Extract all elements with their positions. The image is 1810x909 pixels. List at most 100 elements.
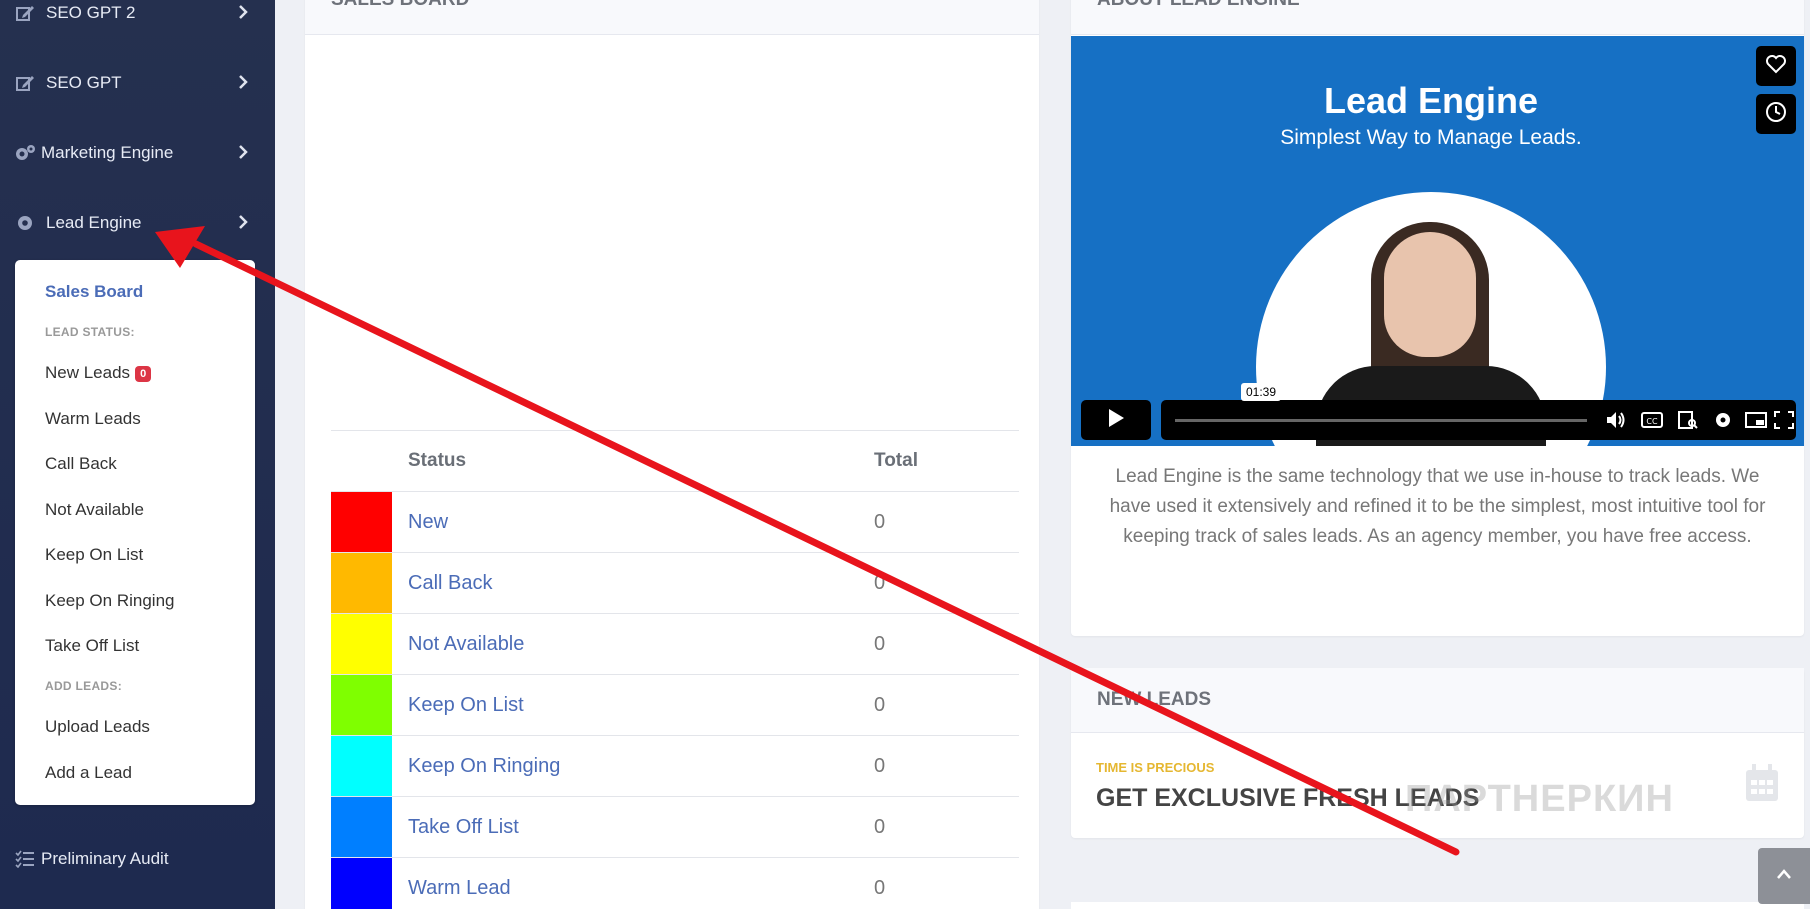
captions-icon[interactable]: CC xyxy=(1641,410,1663,430)
swatch-header xyxy=(331,430,393,492)
status-table: Status Total New 0 Call Back 0 Not Available… xyxy=(331,430,1019,909)
sidebar-item-lead-engine[interactable]: Lead Engine xyxy=(0,200,275,246)
status-total: 0 xyxy=(874,552,1019,614)
about-lead-engine-card: ABOUT LEAD ENGINE Lead Engine Simplest W… xyxy=(1071,0,1804,636)
status-name-link[interactable]: Keep On Ringing xyxy=(393,735,874,797)
chevron-right-icon xyxy=(237,144,249,165)
progress-track[interactable] xyxy=(1175,419,1587,422)
status-color-swatch xyxy=(331,735,393,797)
lead-engine-submenu: Sales Board LEAD STATUS: New Leads 0 Warm… xyxy=(15,260,255,805)
submenu-label: New Leads xyxy=(45,363,131,382)
sidebar-item-marketing-engine[interactable]: Marketing Engine xyxy=(0,130,275,176)
sidebar-item-label: Preliminary Audit xyxy=(41,849,169,868)
status-color xyxy=(331,797,392,857)
transcript-icon[interactable] xyxy=(1677,410,1699,430)
status-color-swatch xyxy=(331,796,393,858)
new-leads-title: NEW LEADS xyxy=(1071,668,1804,733)
submenu-warm-leads[interactable]: Warm Leads xyxy=(45,409,141,429)
watch-later-button[interactable] xyxy=(1756,94,1796,134)
volume-icon[interactable] xyxy=(1605,410,1627,430)
status-name-link[interactable]: Call Back xyxy=(393,552,874,614)
chevron-right-icon xyxy=(237,4,249,25)
submenu-call-back[interactable]: Call Back xyxy=(45,454,117,474)
submenu-add-a-lead[interactable]: Add a Lead xyxy=(45,763,132,783)
sales-board-title: SALES BOARD xyxy=(305,0,1039,35)
scroll-to-top-button[interactable] xyxy=(1758,848,1810,904)
presenter-face xyxy=(1384,232,1476,357)
status-color xyxy=(331,614,392,674)
submenu-upload-leads[interactable]: Upload Leads xyxy=(45,717,150,737)
video-subtitle: Simplest Way to Manage Leads. xyxy=(1280,126,1582,149)
status-color xyxy=(331,675,392,735)
clock-icon xyxy=(1765,101,1787,128)
chevron-right-icon xyxy=(237,214,249,235)
status-color-swatch xyxy=(331,491,393,553)
submenu-keep-on-list[interactable]: Keep On List xyxy=(45,545,143,565)
status-color xyxy=(331,553,392,613)
status-column-header: Status xyxy=(393,430,874,492)
submenu-take-off-list[interactable]: Take Off List xyxy=(45,636,139,656)
table-row: Warm Lead 0 xyxy=(331,857,1019,909)
table-row: Take Off List 0 xyxy=(331,796,1019,858)
svg-text:CC: CC xyxy=(1646,417,1658,426)
status-color xyxy=(331,858,392,909)
sidebar-item-seo-gpt-2[interactable]: SEO GPT 2 xyxy=(0,0,275,36)
status-total: 0 xyxy=(874,674,1019,736)
video-player[interactable]: Lead Engine Simplest Way to Manage Leads… xyxy=(1071,36,1804,446)
video-controls: 01:39 CC xyxy=(1081,383,1796,440)
status-color-swatch xyxy=(331,613,393,675)
about-description: Lead Engine is the same technology that … xyxy=(1109,466,1766,547)
status-total: 0 xyxy=(874,491,1019,553)
sidebar: SEO GPT 2 SEO GPT Marketing Engine Lead … xyxy=(0,0,275,909)
table-row: Call Back 0 xyxy=(331,552,1019,614)
play-button[interactable] xyxy=(1081,400,1151,440)
pip-icon[interactable] xyxy=(1745,410,1767,430)
chevron-up-icon xyxy=(1776,867,1792,885)
chevron-right-icon xyxy=(237,74,249,95)
play-icon xyxy=(1107,408,1125,433)
status-name-link[interactable]: New xyxy=(393,491,874,553)
sidebar-item-preliminary-audit[interactable]: Preliminary Audit xyxy=(0,836,275,882)
status-rows: New 0 Call Back 0 Not Available 0 Keep On List… xyxy=(331,491,1019,909)
status-name-link[interactable]: Take Off List xyxy=(393,796,874,858)
sidebar-item-label: Lead Engine xyxy=(46,213,142,232)
edit-icon xyxy=(14,2,36,24)
total-column-header: Total xyxy=(874,430,1019,492)
status-color-swatch xyxy=(331,674,393,736)
next-card-edge xyxy=(1071,902,1804,909)
edit-icon xyxy=(14,72,36,94)
status-color-swatch xyxy=(331,552,393,614)
gear-icon xyxy=(14,212,36,234)
video-title: Lead Engine xyxy=(1323,80,1539,121)
status-name-link[interactable]: Not Available xyxy=(393,613,874,675)
new-leads-count-badge: 0 xyxy=(135,366,152,382)
submenu-keep-on-ringing[interactable]: Keep On Ringing xyxy=(45,591,174,611)
status-total: 0 xyxy=(874,857,1019,909)
settings-icon[interactable] xyxy=(1712,410,1734,430)
lead-status-heading: LEAD STATUS: xyxy=(45,325,135,339)
like-button[interactable] xyxy=(1756,46,1796,86)
submenu-sales-board[interactable]: Sales Board xyxy=(45,282,143,302)
table-row: Keep On Ringing 0 xyxy=(331,735,1019,797)
status-total: 0 xyxy=(874,735,1019,797)
add-leads-heading: ADD LEADS: xyxy=(45,679,122,693)
new-leads-eyebrow: TIME IS PRECIOUS xyxy=(1096,760,1215,775)
sidebar-item-seo-gpt[interactable]: SEO GPT xyxy=(0,60,275,106)
submenu-not-available[interactable]: Not Available xyxy=(45,500,144,520)
calendar-icon xyxy=(1745,764,1779,807)
status-color-swatch xyxy=(331,857,393,909)
gears-icon xyxy=(14,142,36,164)
fullscreen-icon[interactable] xyxy=(1773,410,1795,430)
status-color xyxy=(331,492,392,552)
watermark: ПАРТНЕРКИН xyxy=(1405,778,1674,820)
submenu-new-leads[interactable]: New Leads 0 xyxy=(45,363,152,383)
table-header-row: Status Total xyxy=(331,430,1019,492)
control-bar: 01:39 CC xyxy=(1161,383,1796,440)
heart-icon xyxy=(1765,54,1787,79)
table-row: Keep On List 0 xyxy=(331,674,1019,736)
status-color xyxy=(331,736,392,796)
list-check-icon xyxy=(14,848,36,870)
status-name-link[interactable]: Warm Lead xyxy=(393,857,874,909)
status-name-link[interactable]: Keep On List xyxy=(393,674,874,736)
table-row: New 0 xyxy=(331,491,1019,553)
